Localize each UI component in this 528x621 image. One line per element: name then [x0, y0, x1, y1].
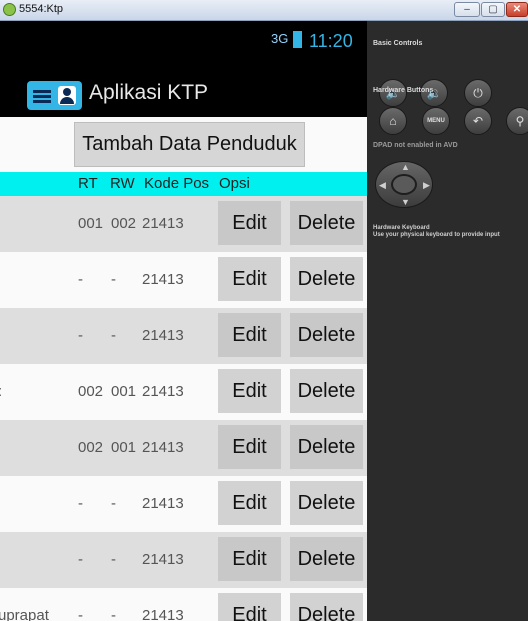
menu-button[interactable]: MENU: [422, 107, 450, 135]
search-icon[interactable]: ⚲: [506, 107, 528, 135]
status-time: 11:20: [309, 31, 353, 51]
row-rt: -: [78, 607, 83, 621]
row-kode-pos: 21413: [142, 383, 184, 400]
edit-button[interactable]: Edit: [218, 593, 281, 621]
header-kode-pos: Kode Pos: [144, 175, 210, 192]
table-row: 001 002 21413 Edit Delete: [0, 196, 367, 252]
table-row: uprapat - - 21413 Edit Delete: [0, 588, 367, 621]
dpad-status: DPAD not enabled in AVD: [373, 142, 458, 149]
battery-icon: [293, 31, 302, 48]
delete-button[interactable]: Delete: [290, 425, 363, 469]
edit-button[interactable]: Edit: [218, 313, 281, 357]
delete-button[interactable]: Delete: [290, 593, 363, 621]
table-row: - - 21413 Edit Delete: [0, 532, 367, 588]
row-kode-pos: 21413: [142, 215, 184, 232]
edit-button[interactable]: Edit: [218, 257, 281, 301]
edit-button[interactable]: Edit: [218, 537, 281, 581]
header-rw: RW: [110, 175, 135, 192]
delete-button[interactable]: Delete: [290, 201, 363, 245]
row-rw: 002: [111, 215, 137, 232]
row-rw: -: [111, 551, 116, 568]
row-rw: 001: [111, 383, 137, 400]
minimize-button[interactable]: –: [454, 2, 480, 17]
row-rt: 002: [78, 439, 104, 456]
close-button[interactable]: ✕: [506, 2, 528, 17]
list-lines-icon: [33, 90, 51, 103]
window-title: 5554:Ktp: [19, 3, 64, 15]
person-icon: [58, 86, 76, 105]
row-rw: -: [111, 495, 116, 512]
table-row: - - 21413 Edit Delete: [0, 252, 367, 308]
power-icon[interactable]: ⏻: [464, 79, 492, 107]
row-rt: 002: [78, 383, 104, 400]
table-row: : 002 001 21413 Edit Delete: [0, 364, 367, 420]
resident-list[interactable]: 001 002 21413 Edit Delete - - 21413 Edit…: [0, 196, 367, 621]
row-kode-pos: 21413: [142, 327, 184, 344]
hardware-keyboard-info: Hardware Keyboard Use your physical keyb…: [373, 225, 500, 239]
action-bar: Aplikasi KTP: [0, 60, 367, 118]
row-kode-pos: 21413: [142, 551, 184, 568]
delete-button[interactable]: Delete: [290, 481, 363, 525]
row-rt: -: [78, 327, 83, 344]
dpad-left-icon[interactable]: ◀: [379, 180, 386, 191]
main-content: Tambah Data Penduduk RT RW Kode Pos Opsi…: [0, 117, 367, 621]
back-icon[interactable]: ↶: [464, 107, 492, 135]
table-row: - - 21413 Edit Delete: [0, 308, 367, 364]
window-titlebar: 5554:Ktp – ▢ ✕: [0, 0, 528, 21]
table-row: 002 001 21413 Edit Delete: [0, 420, 367, 476]
maximize-button[interactable]: ▢: [481, 2, 505, 17]
edit-button[interactable]: Edit: [218, 481, 281, 525]
row-rw: -: [111, 327, 116, 344]
dpad-down-icon[interactable]: ▼: [401, 197, 410, 207]
header-opsi: Opsi: [219, 175, 250, 192]
row-kode-pos: 21413: [142, 439, 184, 456]
emulator-control-panel: Basic Controls 🔈 🔉 ⏻ Hardware Buttons ⌂ …: [367, 21, 528, 621]
row-name: uprapat: [0, 607, 49, 621]
edit-button[interactable]: Edit: [218, 369, 281, 413]
row-rw: 001: [111, 439, 137, 456]
signal-icon: 3G: [271, 31, 289, 46]
delete-button[interactable]: Delete: [290, 313, 363, 357]
dpad-right-icon[interactable]: ▶: [423, 180, 430, 191]
row-rt: -: [78, 495, 83, 512]
edit-button[interactable]: Edit: [218, 425, 281, 469]
add-resident-button[interactable]: Tambah Data Penduduk: [74, 122, 305, 167]
row-kode-pos: 21413: [142, 495, 184, 512]
row-kode-pos: 21413: [142, 607, 184, 621]
row-rt: 001: [78, 215, 104, 232]
table-header: RT RW Kode Pos Opsi: [0, 172, 367, 196]
delete-button[interactable]: Delete: [290, 257, 363, 301]
home-icon[interactable]: ⌂: [379, 107, 407, 135]
delete-button[interactable]: Delete: [290, 369, 363, 413]
basic-controls-title: Basic Controls: [373, 40, 423, 47]
row-rw: -: [111, 607, 116, 621]
row-name: :: [0, 383, 2, 400]
table-row: - - 21413 Edit Delete: [0, 476, 367, 532]
keyboard-title: Hardware Keyboard: [373, 225, 430, 231]
header-rt: RT: [78, 175, 98, 192]
row-rt: -: [78, 271, 83, 288]
emulator-app-icon: [3, 3, 16, 16]
row-kode-pos: 21413: [142, 271, 184, 288]
delete-button[interactable]: Delete: [290, 537, 363, 581]
row-rw: -: [111, 271, 116, 288]
keyboard-hint: Use your physical keyboard to provide in…: [373, 232, 500, 238]
hardware-buttons-title: Hardware Buttons: [373, 87, 434, 94]
dpad-control[interactable]: ▲ ▼ ◀ ▶: [375, 161, 433, 208]
edit-button[interactable]: Edit: [218, 201, 281, 245]
device-screen: 3G 11:20 Aplikasi KTP Tambah Data Pendud…: [0, 21, 367, 621]
status-bar: 3G 11:20: [0, 21, 367, 60]
dpad-center[interactable]: [391, 174, 417, 195]
dpad-up-icon[interactable]: ▲: [401, 162, 410, 172]
app-title: Aplikasi KTP: [89, 81, 209, 104]
ktp-card-icon[interactable]: [27, 81, 82, 110]
row-rt: -: [78, 551, 83, 568]
